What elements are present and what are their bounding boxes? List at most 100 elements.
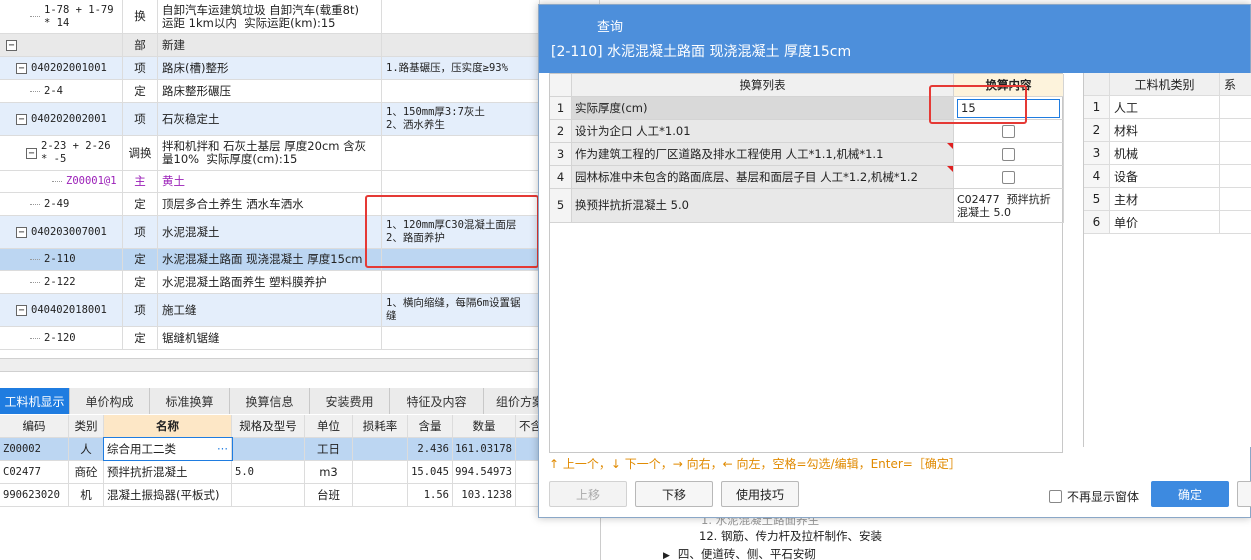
tree-cell-type: 换 xyxy=(123,0,158,33)
thickness-highlight-box xyxy=(929,85,1027,124)
category-row[interactable]: 4 设备 xyxy=(1084,165,1251,188)
grid-cell-loss xyxy=(353,461,408,483)
no-show-label: 不再显示窗体 xyxy=(1067,490,1140,504)
grid-header-cell[interactable]: 含量 xyxy=(408,415,453,437)
move-down-button[interactable]: 下移 xyxy=(635,481,713,507)
tree-cell-type: 定 xyxy=(123,80,158,102)
tree-cell-type: 项 xyxy=(123,294,158,326)
grid-header-cell[interactable]: 类别 xyxy=(69,415,104,437)
tab-0[interactable]: 工料机显示 xyxy=(0,388,70,414)
conversion-row[interactable]: 4 园林标准中未包含的路面底层、基层和面层子目 人工*1.2,机械*1.2 xyxy=(550,166,1064,189)
grid-header-cell[interactable]: 损耗率 xyxy=(353,415,408,437)
category-index: 6 xyxy=(1084,211,1110,233)
grid-cell-type: 人 xyxy=(69,438,104,460)
conversion-value-cell[interactable] xyxy=(954,166,1064,188)
tree-row[interactable]: 2-120 定 锯缝机锯缝 xyxy=(0,327,600,350)
collapse-toggle-icon[interactable]: − xyxy=(26,147,37,159)
conversion-index: 4 xyxy=(550,166,572,188)
grid-header-cell[interactable]: 规格及型号 xyxy=(232,415,305,437)
conversion-checkbox[interactable] xyxy=(1002,170,1015,184)
tab-1[interactable]: 单价构成 xyxy=(70,388,150,414)
grid-row[interactable]: Z00002 人综合用工二类 ··· 工日 2.436 161.03178 xyxy=(0,437,600,461)
conversion-checkbox[interactable] xyxy=(1002,147,1015,161)
tree-row[interactable]: 1-78 + 1-79 * 14 换 自卸汽车运建筑垃圾 自卸汽车(载重8t) 运距… xyxy=(0,0,600,34)
dialog-header[interactable]: 查询 [2-110] 水泥混凝土路面 现浇混凝土 厚度15cm xyxy=(539,5,1250,73)
outline-item[interactable]: 12. 钢筋、传力杆及拉杆制作、安装 xyxy=(699,528,882,544)
no-show-option[interactable]: 不再显示窗体 xyxy=(1049,488,1139,505)
more-options-icon[interactable]: ··· xyxy=(217,442,228,456)
expand-arrow-icon[interactable]: ▶ xyxy=(663,551,670,560)
tree-cell-name: 锯缝机锯缝 xyxy=(158,327,382,349)
outline-item[interactable]: ▶ 四、便道砖、侧、平石安砌 xyxy=(663,546,816,560)
pane-splitter[interactable] xyxy=(0,358,600,372)
grid-cell-content: 15.045 xyxy=(408,461,453,483)
tab-5[interactable]: 特征及内容 xyxy=(390,388,484,414)
conversion-value-cell[interactable]: C02477 预拌抗折 混凝土 5.0 xyxy=(954,189,1064,222)
tree-row[interactable]: 2-122 定 水泥混凝土路面养生 塑料膜养护 xyxy=(0,271,600,294)
no-show-checkbox[interactable] xyxy=(1049,490,1062,503)
tree-cell-type: 项 xyxy=(123,57,158,79)
conversion-row[interactable]: 3 作为建筑工程的厂区道路及排水工程使用 人工*1.1,机械*1.1 xyxy=(550,143,1064,166)
tree-name-text: 水泥混凝土路面养生 塑料膜养护 xyxy=(162,274,327,289)
category-row[interactable]: 2 材料 xyxy=(1084,119,1251,142)
tree-row[interactable]: −2-23 + 2-26 * -5 调换 拌和机拌和 石灰土基层 厚度20cm 含灰… xyxy=(0,136,600,171)
tree-type-text: 项 xyxy=(134,60,146,75)
tree-row[interactable]: 2-4 定 路床整形碾压 xyxy=(0,80,600,103)
tree-cell-code: 2-120 xyxy=(0,327,123,349)
collapse-toggle-icon[interactable]: − xyxy=(6,39,17,51)
collapse-toggle-icon[interactable]: − xyxy=(16,304,27,316)
grid-header-cell[interactable]: 名称 xyxy=(104,415,232,437)
grid-cell-spec xyxy=(232,438,305,460)
category-row[interactable]: 5 主材 xyxy=(1084,188,1251,211)
grid-cell-spec xyxy=(232,484,305,506)
category-label: 主材 xyxy=(1110,188,1220,210)
tree-row[interactable]: −040402018001 项 施工缝 1、横向缩缝，每隔6m设置锯 缝 xyxy=(0,294,600,327)
tree-row[interactable]: −040202002001 项 石灰稳定土 1、150mm厚3:7灰土 2、洒水养生 xyxy=(0,103,600,136)
conversion-value-cell[interactable] xyxy=(954,143,1064,165)
category-index-header xyxy=(1084,73,1110,95)
ok-button[interactable]: 确定 xyxy=(1151,481,1229,507)
grid-header-cell[interactable]: 单位 xyxy=(305,415,353,437)
tree-cell-name: 拌和机拌和 石灰土基层 厚度20cm 含灰 量10% 实际厚度(cm):15 xyxy=(158,136,382,170)
note-marker-icon xyxy=(947,166,953,172)
tree-name-text: 自卸汽车运建筑垃圾 自卸汽车(载重8t) 运距 1km以内 实际运距(km):1… xyxy=(162,2,359,30)
tree-code-text: 040202001001 xyxy=(31,61,107,74)
tree-row[interactable]: Z00001@1 主 黄土 xyxy=(0,171,600,193)
tree-cell-name: 新建 xyxy=(158,34,382,56)
tree-cell-code: 2-110 xyxy=(0,249,123,270)
move-up-button[interactable]: 上移 xyxy=(549,481,627,507)
tree-cell-feature: 1、150mm厚3:7灰土 2、洒水养生 xyxy=(382,103,540,135)
conversion-index: 3 xyxy=(550,143,572,165)
grid-header-cell[interactable]: 编码 xyxy=(0,415,69,437)
tree-code-text: 040202002001 xyxy=(31,112,107,125)
category-row[interactable]: 6 单价 xyxy=(1084,211,1251,234)
tree-cell-name: 黄土 xyxy=(158,171,382,192)
usage-tips-button[interactable]: 使用技巧 xyxy=(721,481,799,507)
conversion-checkbox[interactable] xyxy=(1002,124,1015,138)
category-row[interactable]: 3 机械 xyxy=(1084,142,1251,165)
cancel-button[interactable] xyxy=(1237,481,1251,507)
category-extra xyxy=(1220,119,1251,141)
tree-cell-name: 自卸汽车运建筑垃圾 自卸汽车(载重8t) 运距 1km以内 实际运距(km):1… xyxy=(158,0,382,33)
collapse-toggle-icon[interactable]: − xyxy=(16,62,27,74)
tree-type-text: 项 xyxy=(134,302,146,317)
category-label: 设备 xyxy=(1110,165,1220,187)
tab-4[interactable]: 安装费用 xyxy=(310,388,390,414)
tree-type-text: 定 xyxy=(134,196,146,211)
grid-row[interactable]: 990623020 机混凝土振捣器(平板式) 台班 1.56 103.1238 xyxy=(0,484,600,507)
category-label: 单价 xyxy=(1110,211,1220,233)
tree-cell-type: 定 xyxy=(123,327,158,349)
feature-highlight-box xyxy=(365,195,539,268)
tree-row[interactable]: −040202001001 项 路床(槽)整形 1.路基碾压，压实度≥93% xyxy=(0,57,600,80)
collapse-toggle-icon[interactable]: − xyxy=(16,226,27,238)
conversion-label-text: 换预拌抗折混凝土 5.0 xyxy=(575,198,689,212)
category-label: 材料 xyxy=(1110,119,1220,141)
tab-2[interactable]: 标准换算 xyxy=(150,388,230,414)
tab-3[interactable]: 换算信息 xyxy=(230,388,310,414)
collapse-toggle-icon[interactable]: − xyxy=(16,113,27,125)
tree-row[interactable]: − 部 新建 xyxy=(0,34,600,57)
grid-row[interactable]: C02477 商砼 预拌抗折混凝土 5.0 m3 15.045 994.54973 xyxy=(0,461,600,484)
grid-header-cell[interactable]: 数量 xyxy=(453,415,516,437)
conversion-row[interactable]: 5 换预拌抗折混凝土 5.0 C02477 预拌抗折 混凝土 5.0 xyxy=(550,189,1064,223)
category-row[interactable]: 1 人工 xyxy=(1084,96,1251,119)
